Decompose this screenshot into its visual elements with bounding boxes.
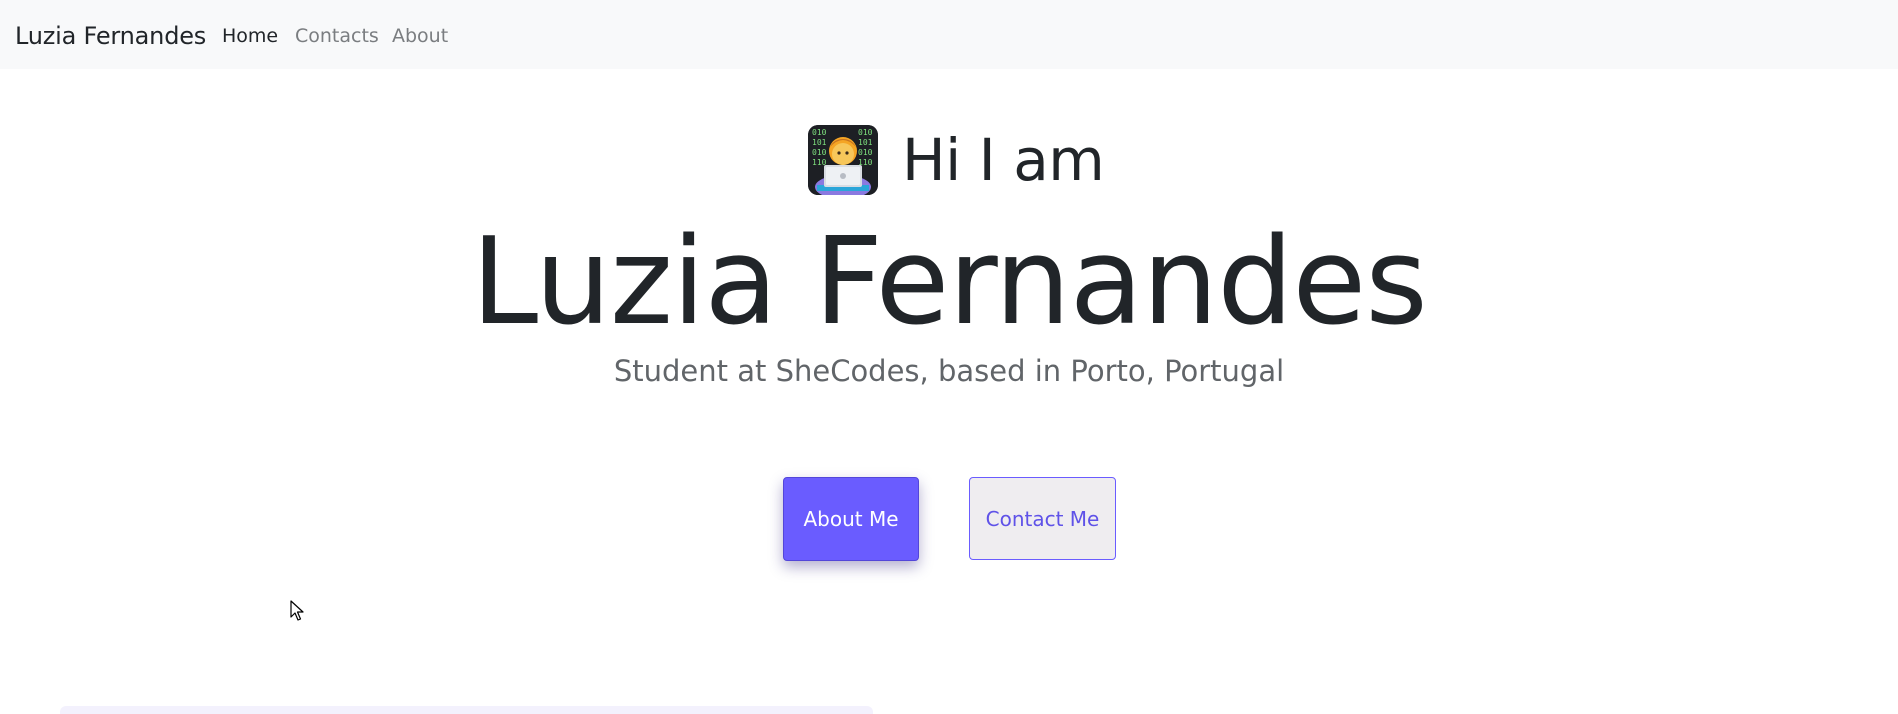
svg-text:010: 010 [812,148,827,157]
hero-subtitle: Student at SheCodes, based in Porto, Por… [613,354,1285,388]
hero-greeting: 010 010 101 101 010 010 110 110 Hi I am [808,124,1105,196]
svg-text:010: 010 [858,148,873,157]
hero-name-title: Luzia Fernandes [471,213,1428,352]
contact-me-button[interactable]: Contact Me [969,477,1116,560]
svg-text:010: 010 [858,128,873,137]
svg-text:101: 101 [858,138,873,147]
about-me-button[interactable]: About Me [783,477,919,561]
greeting-text: Hi I am [902,126,1105,194]
nav-link-about[interactable]: About [392,25,448,47]
nav-link-home[interactable]: Home [222,25,278,47]
nav-link-contacts[interactable]: Contacts [295,25,379,47]
technologist-avatar-icon: 010 010 101 101 010 010 110 110 [808,125,878,195]
navbar-brand[interactable]: Luzia Fernandes [15,22,206,50]
mouse-pointer-icon [290,600,306,622]
svg-text:110: 110 [812,158,827,167]
svg-text:101: 101 [812,138,827,147]
svg-text:010: 010 [812,128,827,137]
section-card-edge [60,706,873,714]
top-navbar: Luzia Fernandes Home Contacts About [0,0,1898,69]
